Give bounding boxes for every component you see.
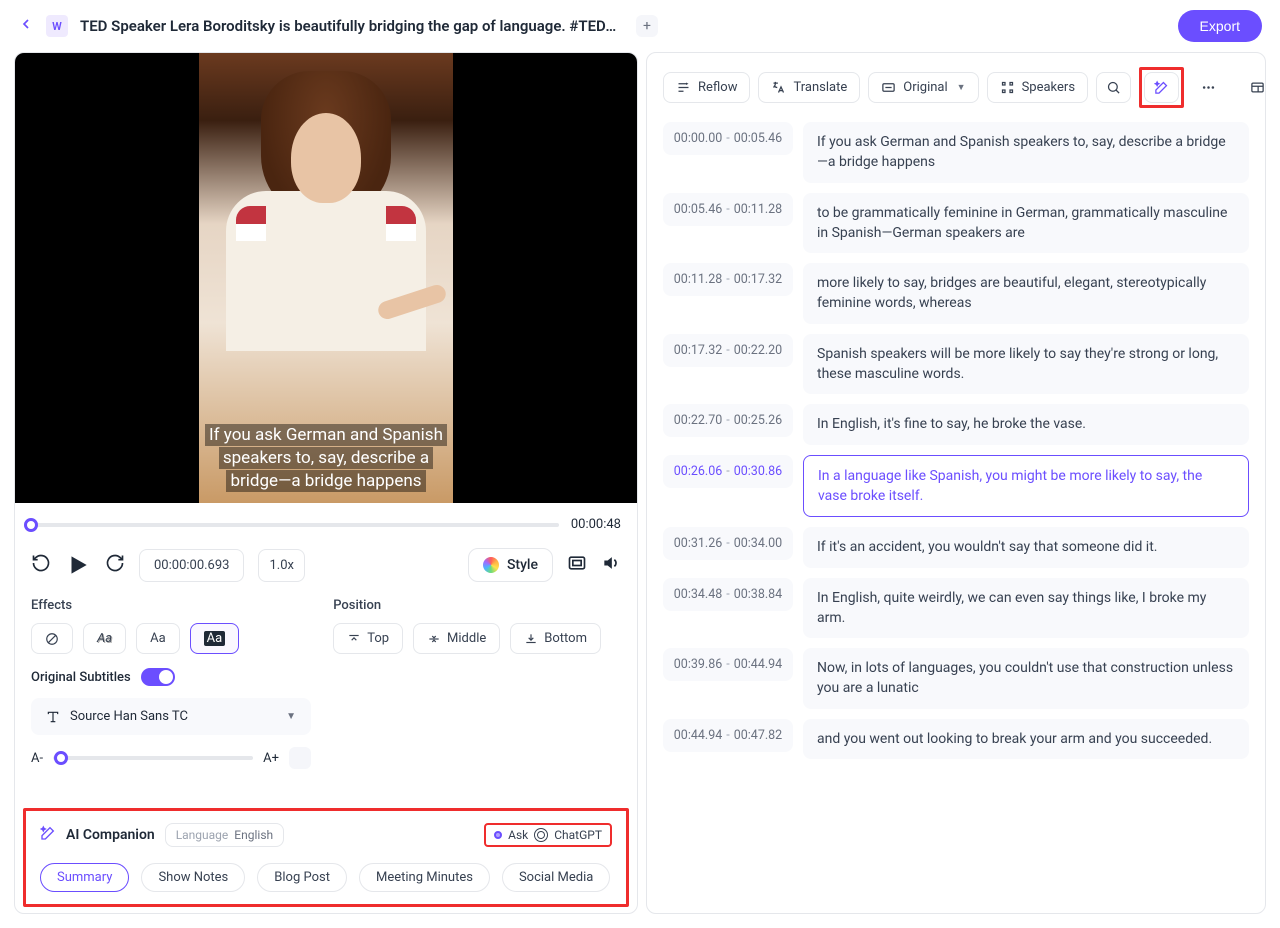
position-bottom[interactable]: Bottom xyxy=(510,623,601,654)
ai-tools-highlight xyxy=(1139,67,1184,108)
video-caption: If you ask German and Spanish speakers t… xyxy=(199,420,453,497)
back-icon[interactable] xyxy=(18,16,34,37)
layout-button[interactable]: ▼ xyxy=(1241,73,1266,102)
effect-none[interactable] xyxy=(31,623,73,654)
segment-text: If you ask German and Spanish speakers t… xyxy=(803,122,1249,183)
segment-time: 00:26.06-00:30.86 xyxy=(663,455,793,488)
fullscreen-icon[interactable] xyxy=(567,553,587,578)
font-size-swatch[interactable] xyxy=(289,747,311,769)
language-pill[interactable]: Language English xyxy=(165,823,284,847)
effect-shadow[interactable]: Aa xyxy=(83,623,126,654)
segment-time: 00:22.70-00:25.26 xyxy=(663,404,793,437)
position-middle[interactable]: Middle xyxy=(413,623,500,654)
font-size-slider[interactable] xyxy=(53,756,253,760)
segment-time: 00:00.00-00:05.46 xyxy=(663,122,793,155)
transcript-segment[interactable]: 00:44.94-00:47.82 and you went out lookin… xyxy=(663,719,1249,759)
ai-tab-meeting-minutes[interactable]: Meeting Minutes xyxy=(359,863,490,892)
effect-box[interactable]: Aa xyxy=(190,623,240,654)
segment-time: 00:11.28-00:17.32 xyxy=(663,263,793,296)
segment-text: In English, it's fine to say, he broke t… xyxy=(803,404,1249,444)
font-select[interactable]: Source Han Sans TC ▼ xyxy=(31,698,311,735)
reflow-button[interactable]: Reflow xyxy=(663,72,750,103)
transcript-segment[interactable]: 00:26.06-00:30.86 In a language like Span… xyxy=(663,455,1249,518)
ai-tab-summary[interactable]: Summary xyxy=(40,863,129,892)
segment-text: In English, quite weirdly, we can even s… xyxy=(803,578,1249,639)
new-tab-button[interactable]: + xyxy=(636,15,658,37)
speed-box[interactable]: 1.0x xyxy=(258,549,305,582)
original-dropdown[interactable]: Original ▼ xyxy=(868,72,978,103)
segment-text: and you went out looking to break your a… xyxy=(803,719,1249,759)
ai-tab-social-media[interactable]: Social Media xyxy=(502,863,610,892)
chevron-down-icon: ▼ xyxy=(286,711,296,722)
current-time-box[interactable]: 00:00:00.693 xyxy=(139,549,244,582)
segment-time: 00:31.26-00:34.00 xyxy=(663,527,793,560)
page-title: TED Speaker Lera Boroditsky is beautiful… xyxy=(80,17,620,35)
ai-tools-button[interactable] xyxy=(1144,72,1179,103)
transcript-segment[interactable]: 00:17.32-00:22.20 Spanish speakers will b… xyxy=(663,334,1249,395)
segment-time: 00:17.32-00:22.20 xyxy=(663,334,793,367)
transcript-segment[interactable]: 00:11.28-00:17.32 more likely to say, bri… xyxy=(663,263,1249,324)
play-icon[interactable] xyxy=(65,552,91,578)
replay-icon[interactable] xyxy=(31,553,51,578)
position-top[interactable]: Top xyxy=(333,623,403,654)
subtitles-toggle[interactable] xyxy=(141,668,175,686)
search-button[interactable] xyxy=(1096,72,1131,103)
transcript-segment[interactable]: 00:22.70-00:25.26 In English, it's fine t… xyxy=(663,404,1249,444)
doc-icon: W xyxy=(46,15,68,37)
effect-plain[interactable]: Aa xyxy=(136,623,180,654)
segment-text: In a language like Spanish, you might be… xyxy=(803,455,1249,518)
position-label: Position xyxy=(333,598,601,613)
segment-time: 00:34.48-00:38.84 xyxy=(663,578,793,611)
transcript-segment[interactable]: 00:05.46-00:11.28 to be grammatically fem… xyxy=(663,193,1249,254)
segment-text: to be grammatically feminine in German, … xyxy=(803,193,1249,254)
duration-label: 00:00:48 xyxy=(571,517,621,532)
transcript-list: 00:00.00-00:05.46 If you ask German and S… xyxy=(647,122,1265,913)
transcript-segment[interactable]: 00:00.00-00:05.46 If you ask German and S… xyxy=(663,122,1249,183)
right-panel: Reflow Translate Original ▼ Speakers xyxy=(646,52,1266,914)
video-player[interactable]: If you ask German and Spanish speakers t… xyxy=(15,53,637,503)
effects-label: Effects xyxy=(31,598,239,613)
record-dot-icon xyxy=(494,831,502,839)
font-size-increase[interactable]: A+ xyxy=(263,751,279,766)
loop-icon[interactable] xyxy=(105,553,125,578)
segment-text: Spanish speakers will be more likely to … xyxy=(803,334,1249,395)
segment-text: If it's an accident, you wouldn't say th… xyxy=(803,527,1249,567)
segment-time: 00:44.94-00:47.82 xyxy=(663,719,793,752)
translate-button[interactable]: Translate xyxy=(758,72,860,103)
segment-text: more likely to say, bridges are beautifu… xyxy=(803,263,1249,324)
segment-time: 00:05.46-00:11.28 xyxy=(663,193,793,226)
wand-icon xyxy=(40,825,56,845)
ai-tab-show-notes[interactable]: Show Notes xyxy=(141,863,245,892)
left-panel: If you ask German and Spanish speakers t… xyxy=(14,52,638,914)
segment-text: Now, in lots of languages, you couldn't … xyxy=(803,648,1249,709)
export-button[interactable]: Export xyxy=(1178,10,1262,42)
header: W TED Speaker Lera Boroditsky is beautif… xyxy=(0,0,1280,52)
transcript-segment[interactable]: 00:31.26-00:34.00 If it's an accident, yo… xyxy=(663,527,1249,567)
ai-companion-box: AI Companion Language English Ask ChatGP… xyxy=(23,808,629,907)
segment-time: 00:39.86-00:44.94 xyxy=(663,648,793,681)
style-button[interactable]: Style xyxy=(468,548,553,582)
volume-icon[interactable] xyxy=(601,553,621,578)
scrub-track[interactable] xyxy=(31,523,559,527)
original-subtitles-label: Original Subtitles xyxy=(31,670,131,685)
chatgpt-icon xyxy=(534,828,548,842)
style-icon xyxy=(483,557,499,573)
ask-chatgpt-button[interactable]: Ask ChatGPT xyxy=(484,823,612,847)
transcript-toolbar: Reflow Translate Original ▼ Speakers xyxy=(647,53,1265,122)
ai-companion-title: AI Companion xyxy=(66,827,155,843)
font-size-decrease[interactable]: A- xyxy=(31,751,43,766)
transcript-segment[interactable]: 00:39.86-00:44.94 Now, in lots of languag… xyxy=(663,648,1249,709)
scrub-thumb[interactable] xyxy=(24,518,38,532)
chevron-down-icon: ▼ xyxy=(957,82,966,93)
more-button[interactable] xyxy=(1192,73,1225,102)
speakers-button[interactable]: Speakers xyxy=(987,72,1088,103)
transcript-segment[interactable]: 00:34.48-00:38.84 In English, quite weird… xyxy=(663,578,1249,639)
ai-tab-blog-post[interactable]: Blog Post xyxy=(257,863,347,892)
